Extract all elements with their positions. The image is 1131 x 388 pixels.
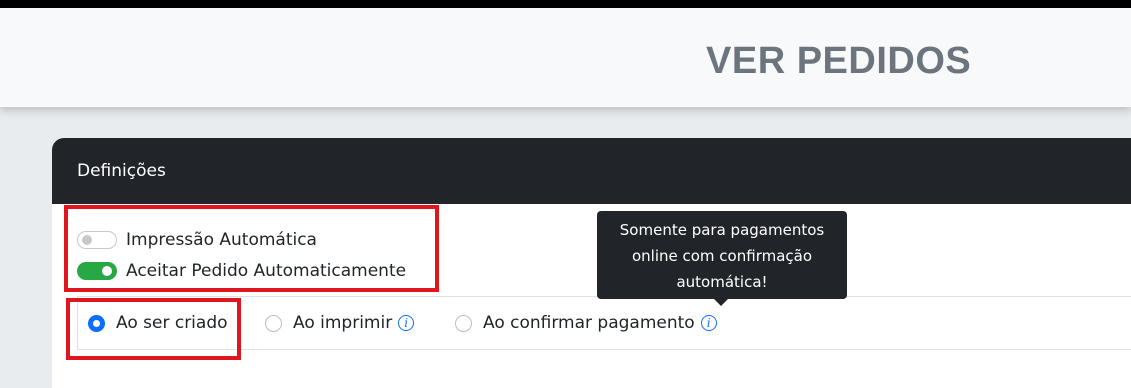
tooltip-line: online com confirmação — [631, 247, 813, 265]
top-border-bar — [0, 0, 1131, 8]
radio-on-payment-button[interactable] — [455, 314, 472, 332]
info-icon[interactable]: i — [700, 315, 717, 331]
highlight-box-radio — [66, 298, 241, 360]
highlight-box-switches — [64, 205, 439, 292]
page-header: VER PEDIDOS — [0, 8, 1131, 107]
card-title: Definições — [77, 161, 166, 181]
info-icon[interactable]: i — [398, 315, 415, 331]
radio-on-payment-label: Ao confirmar pagamento — [483, 313, 695, 333]
tooltip-line: Somente para pagamentos — [619, 221, 825, 239]
card-header: Definições — [52, 138, 1131, 204]
radio-on-payment[interactable]: Ao confirmar pagamento i — [455, 311, 717, 335]
payment-info-tooltip: Somente para pagamentos online com confi… — [597, 211, 847, 299]
radio-on-print[interactable]: Ao imprimir i — [265, 311, 415, 335]
tooltip-line: automática! — [676, 273, 768, 291]
radio-on-print-button[interactable] — [265, 314, 282, 332]
radio-on-print-label: Ao imprimir — [293, 313, 393, 333]
page-title: VER PEDIDOS — [706, 40, 972, 82]
tooltip-arrow — [714, 299, 728, 306]
